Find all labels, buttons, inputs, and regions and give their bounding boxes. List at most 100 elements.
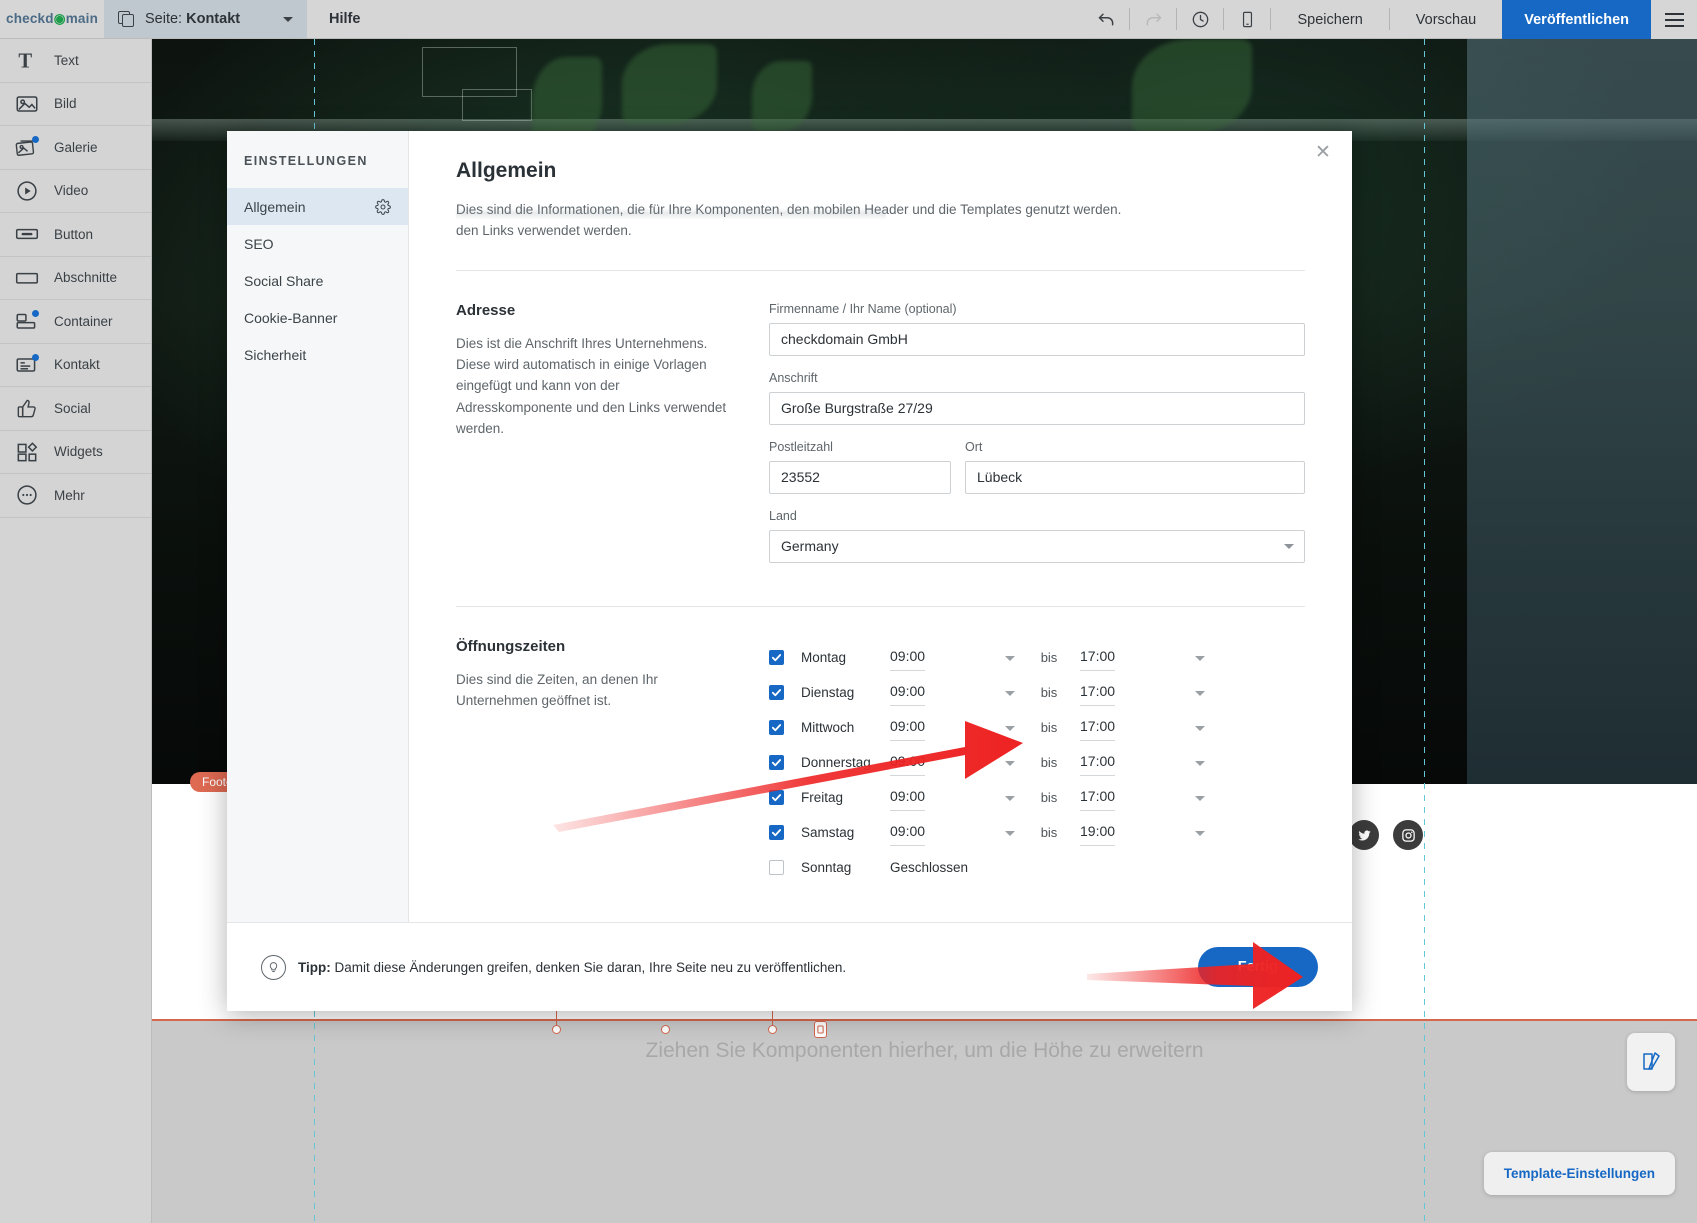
resize-handle[interactable] <box>661 1025 670 1034</box>
redo-icon[interactable] <box>1130 0 1176 39</box>
checkbox-montag[interactable] <box>769 650 784 665</box>
chevron-down-icon <box>1005 691 1015 696</box>
modal-nav-seo[interactable]: SEO <box>227 225 408 262</box>
sidebar-item-galerie[interactable]: Galerie <box>0 126 151 170</box>
resize-handle[interactable] <box>552 1025 561 1034</box>
from-time-dienstag[interactable]: 09:00 <box>890 683 1018 701</box>
instagram-icon[interactable] <box>1393 820 1423 850</box>
modal-nav-label: SEO <box>244 236 274 252</box>
menu-icon[interactable] <box>1651 0 1697 39</box>
to-time-freitag[interactable]: 17:00 <box>1080 788 1208 806</box>
sidebar-item-widgets[interactable]: Widgets <box>0 431 151 475</box>
zip-input[interactable] <box>769 461 951 494</box>
sidebar-item-video[interactable]: Video <box>0 170 151 214</box>
checkbox-donnerstag[interactable] <box>769 755 784 770</box>
page-tab-name: Kontakt <box>186 11 240 27</box>
modal-nav-allgemein[interactable]: Allgemein <box>227 188 408 225</box>
mobile-toggle-handle[interactable] <box>814 1021 827 1038</box>
city-input[interactable] <box>965 461 1305 494</box>
bis-label: bis <box>1018 825 1080 840</box>
page-selector-tab[interactable]: Seite: Kontakt <box>104 0 307 38</box>
sidebar-item-text[interactable]: T Text <box>0 39 151 83</box>
help-button[interactable]: Hilfe <box>307 0 382 38</box>
sidebar-item-kontakt[interactable]: Kontakt <box>0 344 151 388</box>
modal-title: Allgemein <box>456 159 1305 183</box>
chevron-down-icon <box>1195 656 1205 661</box>
to-time-donnerstag[interactable]: 17:00 <box>1080 753 1208 771</box>
resize-handle[interactable] <box>768 1025 777 1034</box>
drag-components-hint: Ziehen Sie Komponenten hierher, um die H… <box>152 1039 1697 1063</box>
sidebar-item-label: Galerie <box>54 140 98 155</box>
from-time-value: 09:00 <box>890 683 925 706</box>
chevron-down-icon <box>1005 831 1015 836</box>
checkbox-mittwoch[interactable] <box>769 720 784 735</box>
history-icon[interactable] <box>1177 0 1223 39</box>
undo-icon[interactable] <box>1083 0 1129 39</box>
hours-row-freitag: Freitag 09:00 bis 17:00 <box>769 780 1305 815</box>
mobile-view-icon[interactable] <box>1224 0 1270 39</box>
day-label: Freitag <box>784 790 890 805</box>
country-select[interactable] <box>769 530 1305 563</box>
country-label: Land <box>769 509 1305 523</box>
save-button[interactable]: Speichern <box>1271 0 1388 39</box>
to-time-value: 17:00 <box>1080 788 1115 811</box>
from-time-freitag[interactable]: 09:00 <box>890 788 1018 806</box>
hero-right-panel <box>1467 39 1697 784</box>
to-time-montag[interactable]: 17:00 <box>1080 648 1208 666</box>
day-label: Mittwoch <box>784 720 890 735</box>
done-button[interactable]: Fertig <box>1198 947 1318 987</box>
app-logo[interactable]: checkd◉main <box>0 0 104 38</box>
svg-text:T: T <box>18 51 32 73</box>
gear-icon[interactable] <box>375 199 391 215</box>
to-time-mittwoch[interactable]: 17:00 <box>1080 718 1208 736</box>
to-time-dienstag[interactable]: 17:00 <box>1080 683 1208 701</box>
to-time-value: 19:00 <box>1080 823 1115 846</box>
lightbulb-icon <box>261 955 286 980</box>
checkbox-sonntag[interactable] <box>769 860 784 875</box>
to-time-samstag[interactable]: 19:00 <box>1080 823 1208 841</box>
from-time-samstag[interactable]: 09:00 <box>890 823 1018 841</box>
more-icon <box>14 482 40 508</box>
image-icon <box>14 91 40 117</box>
checkbox-dienstag[interactable] <box>769 685 784 700</box>
sidebar-item-container[interactable]: Container <box>0 300 151 344</box>
from-time-value: 09:00 <box>890 788 925 811</box>
edit-template-icon[interactable] <box>1627 1033 1675 1091</box>
day-label: Samstag <box>784 825 890 840</box>
chevron-down-icon <box>1005 761 1015 766</box>
company-input[interactable] <box>769 323 1305 356</box>
zip-city-row: Postleitzahl Ort <box>769 440 1305 494</box>
close-icon[interactable]: ✕ <box>1312 143 1334 165</box>
modal-nav-sicherheit[interactable]: Sicherheit <box>227 336 408 373</box>
hours-row-donnerstag: Donnerstag 09:00 bis 17:00 <box>769 745 1305 780</box>
modal-subtitle-line2: den Links verwendet werden. <box>456 220 1305 241</box>
from-time-montag[interactable]: 09:00 <box>890 648 1018 666</box>
twitter-icon[interactable] <box>1349 820 1379 850</box>
page-tab-label: Seite: Kontakt <box>145 11 240 27</box>
sidebar-item-button[interactable]: Button <box>0 213 151 257</box>
modal-nav-social-share[interactable]: Social Share <box>227 262 408 299</box>
sidebar-item-social[interactable]: Social <box>0 387 151 431</box>
sidebar-item-label: Video <box>54 183 88 198</box>
modal-subtitle: Dies sind die Informationen, die für Ihr… <box>456 199 1305 242</box>
from-time-value: 09:00 <box>890 753 925 776</box>
preview-button[interactable]: Vorschau <box>1390 0 1502 39</box>
from-time-mittwoch[interactable]: 09:00 <box>890 718 1018 736</box>
checkbox-freitag[interactable] <box>769 790 784 805</box>
modal-nav-cookie-banner[interactable]: Cookie-Banner <box>227 299 408 336</box>
toolbar-icon-group <box>1083 0 1271 38</box>
sidebar-item-mehr[interactable]: Mehr <box>0 474 151 518</box>
gallery-icon <box>14 134 40 160</box>
modal-sidebar: EINSTELLUNGEN Allgemein SEO Social Share… <box>227 131 409 922</box>
hours-row-mittwoch: Mittwoch 09:00 bis 17:00 <box>769 710 1305 745</box>
template-settings-button[interactable]: Template-Einstellungen <box>1484 1152 1675 1195</box>
company-label: Firmenname / Ihr Name (optional) <box>769 302 1305 316</box>
publish-button[interactable]: Veröffentlichen <box>1502 0 1651 39</box>
checkbox-samstag[interactable] <box>769 825 784 840</box>
sidebar-item-bild[interactable]: Bild <box>0 83 151 127</box>
street-input[interactable] <box>769 392 1305 425</box>
glass-panel <box>462 89 532 121</box>
from-time-donnerstag[interactable]: 09:00 <box>890 753 1018 771</box>
sidebar-item-abschnitte[interactable]: Abschnitte <box>0 257 151 301</box>
day-label: Montag <box>784 650 890 665</box>
